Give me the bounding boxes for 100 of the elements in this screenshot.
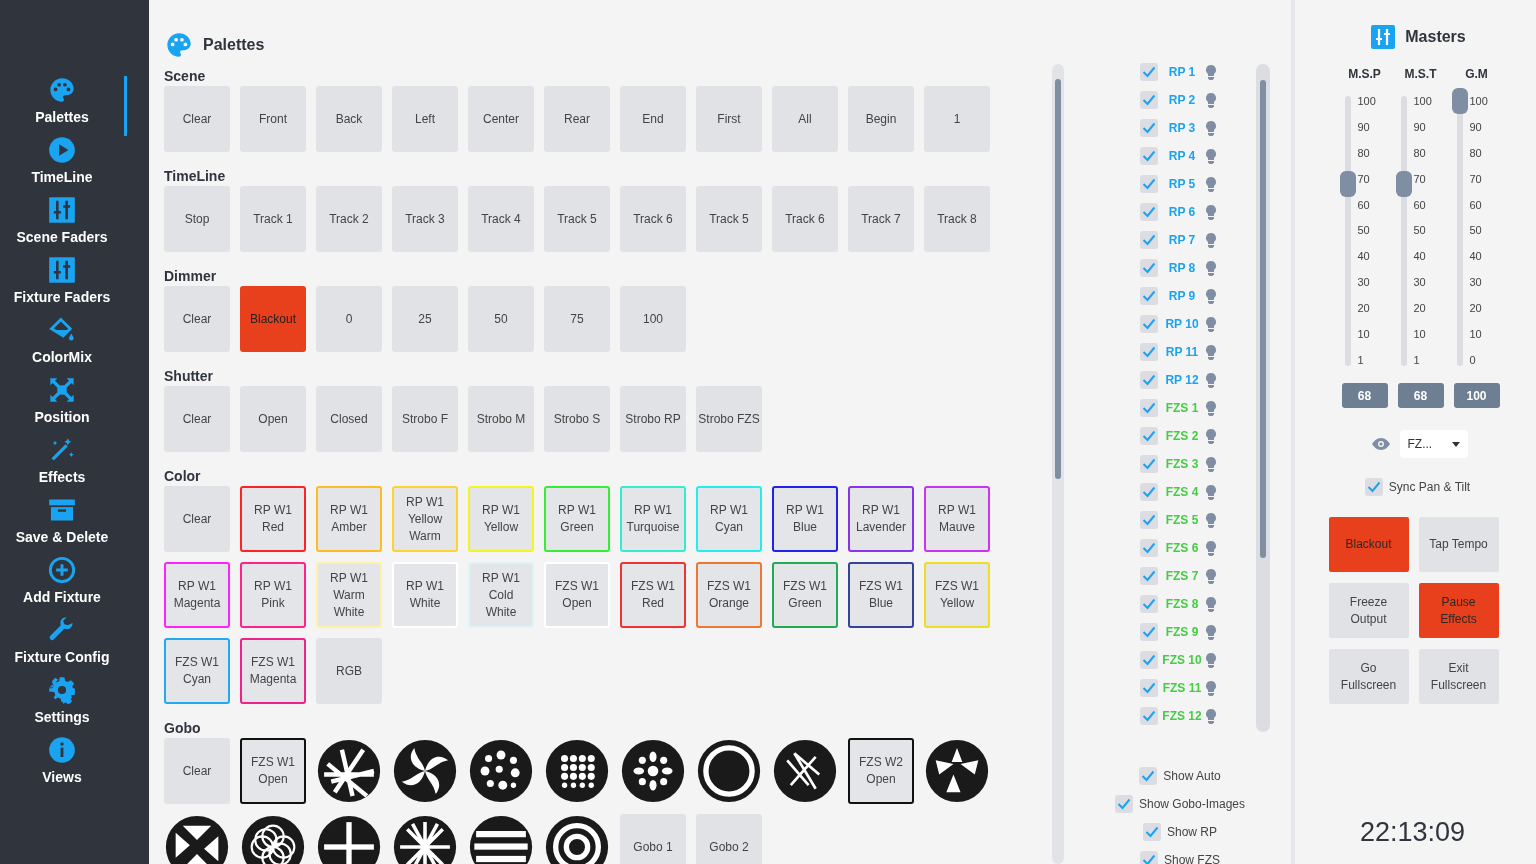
- palette-button[interactable]: Track 6: [620, 186, 686, 252]
- lightbulb-icon[interactable]: [1206, 316, 1216, 332]
- palette-button[interactable]: RP W1 Cyan: [696, 486, 762, 552]
- checkbox[interactable]: [1140, 343, 1158, 361]
- palette-button[interactable]: RP W1 Blue: [772, 486, 838, 552]
- lightbulb-icon[interactable]: [1206, 484, 1216, 500]
- palette-button[interactable]: Rear: [544, 86, 610, 152]
- gobo-pattern-button[interactable]: [241, 815, 305, 864]
- palette-button[interactable]: RGB: [316, 638, 382, 704]
- sidebar-item[interactable]: Add Fixture: [0, 556, 127, 616]
- checkbox[interactable]: [1140, 707, 1158, 725]
- sidebar-item[interactable]: Settings: [0, 676, 127, 736]
- palette-button[interactable]: RP W1 White: [392, 562, 458, 628]
- palette-button[interactable]: RP W1 Turquoise: [620, 486, 686, 552]
- checkbox[interactable]: [1140, 511, 1158, 529]
- palette-button[interactable]: Back: [316, 86, 382, 152]
- lightbulb-icon[interactable]: [1206, 204, 1216, 220]
- palette-button[interactable]: Track 4: [468, 186, 534, 252]
- eye-icon[interactable]: [1371, 438, 1390, 450]
- checkbox[interactable]: [1140, 175, 1158, 193]
- palette-button[interactable]: RP W1 Yellow Warm: [392, 486, 458, 552]
- checkbox[interactable]: [1140, 259, 1158, 277]
- lightbulb-icon[interactable]: [1206, 456, 1216, 472]
- checkbox[interactable]: [1140, 371, 1158, 389]
- lightbulb-icon[interactable]: [1206, 92, 1216, 108]
- palette-button[interactable]: All: [772, 86, 838, 152]
- palette-button[interactable]: Strobo RP: [620, 386, 686, 452]
- checkbox[interactable]: [1364, 478, 1383, 496]
- scrollbar[interactable]: [1052, 64, 1064, 864]
- palette-button[interactable]: 100: [620, 286, 686, 352]
- palette-button[interactable]: RP W1 Amber: [316, 486, 382, 552]
- master-button[interactable]: Pause Effects: [1418, 583, 1499, 638]
- checkbox[interactable]: [1139, 767, 1158, 785]
- sidebar-item[interactable]: Position: [0, 376, 127, 436]
- palette-button[interactable]: Clear: [164, 286, 230, 352]
- palette-button[interactable]: RP W1 Warm White: [316, 562, 382, 628]
- lightbulb-icon[interactable]: [1206, 176, 1216, 192]
- palette-button[interactable]: FZS W1 Green: [772, 562, 838, 628]
- checkbox[interactable]: [1140, 399, 1158, 417]
- palette-button[interactable]: RP W1 Cold White: [468, 562, 534, 628]
- gobo-pattern-button[interactable]: [697, 739, 761, 803]
- dropdown[interactable]: FZ...: [1399, 430, 1468, 458]
- sidebar-item[interactable]: Scene Faders: [0, 196, 127, 256]
- sidebar-item[interactable]: Views: [0, 736, 127, 796]
- checkbox[interactable]: [1140, 119, 1158, 137]
- sidebar-item[interactable]: ColorMix: [0, 316, 127, 376]
- checkbox[interactable]: [1140, 851, 1158, 864]
- gobo-pattern-button[interactable]: [545, 739, 609, 803]
- checkbox[interactable]: [1140, 455, 1158, 473]
- palette-button[interactable]: 0: [316, 286, 382, 352]
- gobo-pattern-button[interactable]: [545, 815, 609, 864]
- gobo-pattern-button[interactable]: [621, 739, 685, 803]
- lightbulb-icon[interactable]: [1206, 568, 1216, 584]
- sidebar-item[interactable]: Palettes: [0, 76, 127, 136]
- gobo-pattern-button[interactable]: [469, 739, 533, 803]
- palette-button[interactable]: Strobo F: [392, 386, 458, 452]
- palette-button[interactable]: Stop: [164, 186, 230, 252]
- checkbox[interactable]: [1140, 651, 1158, 669]
- palette-button[interactable]: FZS W1 Magenta: [240, 638, 306, 704]
- checkbox[interactable]: [1140, 595, 1158, 613]
- palette-button[interactable]: Strobo M: [468, 386, 534, 452]
- lightbulb-icon[interactable]: [1206, 64, 1216, 80]
- palette-button[interactable]: Open: [240, 386, 306, 452]
- sidebar-item[interactable]: Save & Delete: [0, 496, 127, 556]
- slider-thumb[interactable]: [1395, 171, 1412, 198]
- checkbox[interactable]: [1114, 795, 1133, 813]
- palette-button[interactable]: Track 3: [392, 186, 458, 252]
- palette-button[interactable]: Blackout: [240, 286, 306, 352]
- palette-button[interactable]: Track 1: [240, 186, 306, 252]
- palette-button[interactable]: Track 8: [924, 186, 990, 252]
- lightbulb-icon[interactable]: [1206, 428, 1216, 444]
- slider-thumb[interactable]: [1451, 88, 1468, 114]
- checkbox[interactable]: [1140, 91, 1158, 109]
- master-button[interactable]: Blackout: [1328, 517, 1409, 572]
- checkbox[interactable]: [1140, 63, 1158, 81]
- palette-button[interactable]: RP W1 Yellow: [468, 486, 534, 552]
- lightbulb-icon[interactable]: [1206, 372, 1216, 388]
- palette-button[interactable]: FZS W1 Open: [544, 562, 610, 628]
- palette-button[interactable]: Clear: [164, 738, 230, 804]
- palette-button[interactable]: RP W1 Pink: [240, 562, 306, 628]
- palette-button[interactable]: RP W1 Green: [544, 486, 610, 552]
- palette-button[interactable]: Gobo 2: [696, 814, 762, 864]
- sidebar-item[interactable]: Effects: [0, 436, 127, 496]
- palette-button[interactable]: Gobo 1: [620, 814, 686, 864]
- palette-button[interactable]: First: [696, 86, 762, 152]
- palette-button[interactable]: Track 6: [772, 186, 838, 252]
- lightbulb-icon[interactable]: [1206, 288, 1216, 304]
- gobo-pattern-button[interactable]: [393, 815, 457, 864]
- lightbulb-icon[interactable]: [1206, 344, 1216, 360]
- palette-button[interactable]: 75: [544, 286, 610, 352]
- palette-button[interactable]: FZS W1 Cyan: [164, 638, 230, 704]
- master-button[interactable]: Exit Fullscreen: [1418, 649, 1499, 704]
- palette-button[interactable]: FZS W1 Open: [240, 738, 306, 804]
- master-button[interactable]: Freeze Output: [1328, 583, 1409, 638]
- palette-button[interactable]: Track 5: [544, 186, 610, 252]
- slider-thumb[interactable]: [1339, 171, 1356, 198]
- checkbox[interactable]: [1140, 567, 1158, 585]
- lightbulb-icon[interactable]: [1206, 512, 1216, 528]
- palette-button[interactable]: FZS W1 Orange: [696, 562, 762, 628]
- palette-button[interactable]: RP W1 Mauve: [924, 486, 990, 552]
